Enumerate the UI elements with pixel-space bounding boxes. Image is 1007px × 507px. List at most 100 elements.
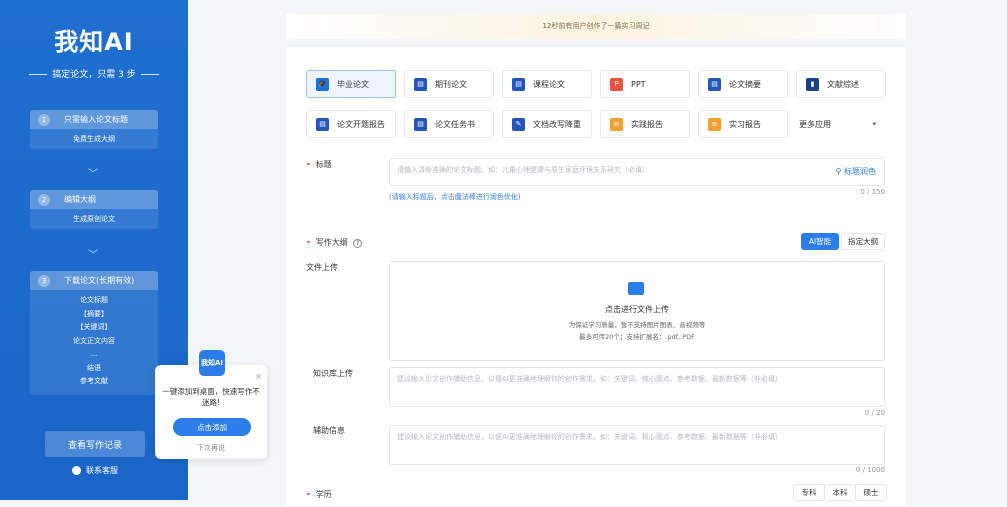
folder-icon <box>628 282 644 295</box>
step-subtitle: 生成原创论文 <box>73 215 115 223</box>
aux-label: 辅助信息 <box>313 426 345 435</box>
type-rewrite[interactable]: ✎ 文档改写降重 <box>502 110 592 138</box>
type-label: 文献综述 <box>827 79 859 89</box>
list-item: 论文标题 <box>80 296 108 304</box>
add-to-desktop-popup: 我知AI × 一键添加到桌面，快速写作不迷路! 点击添加 下次再说 <box>155 350 267 459</box>
step-title: 下载论文(长期有效) <box>64 276 135 285</box>
type-ppt[interactable]: P PPT <box>600 70 690 98</box>
type-task-book[interactable]: ▤ 论文任务书 <box>404 110 494 138</box>
file-upload-area[interactable]: 点击进行文件上传 为保证学习质量，暂不支持图片图表、音视频等 最多可传20个；支… <box>389 261 885 361</box>
type-abstract[interactable]: ▤ 论文摘要 <box>698 70 788 98</box>
type-label: PPT <box>631 79 646 89</box>
chevron-down-icon: ﹀ <box>88 169 98 180</box>
type-label: 期刊论文 <box>435 79 467 89</box>
magic-wand-icon: ⚲ <box>835 167 844 176</box>
step-2: 2 编辑大纲 生成原创论文 <box>30 190 158 229</box>
degree-option-junior-college[interactable]: 专科 <box>793 484 825 501</box>
internship-report-icon: ≡ <box>708 117 721 131</box>
step-number: 3 <box>38 274 50 287</box>
step-3: 3 下载论文(长期有效) 论文标题 【摘要】 【关键词】 论文正文内容 ... 结… <box>30 271 158 395</box>
type-label: 论文摘要 <box>729 79 761 89</box>
type-label: 文档改写降重 <box>533 119 581 129</box>
ppt-icon: P <box>610 77 623 91</box>
aux-counter: 0 / 1000 <box>855 466 885 474</box>
type-journal-paper[interactable]: ▤ 期刊论文 <box>404 70 494 98</box>
outline-label: • 写作大纲 ? <box>306 237 363 248</box>
type-label: 毕业论文 <box>337 79 369 89</box>
title-counter: 0 / 150 <box>860 188 885 196</box>
title-polish-button[interactable]: ⚲ 标题润色 <box>836 166 876 177</box>
title-placeholder: 请输入清晰准确的论文标题。如：儿童心理健康与原生家庭环境关系研究（必填） <box>397 166 649 174</box>
rewrite-icon: ✎ <box>512 117 525 131</box>
knowledge-placeholder: 建议输入论文创作辅助信息，以便AI更准确地理解你的创作需求。如：关键词、核心观点… <box>397 375 782 383</box>
list-item: ... <box>90 350 98 358</box>
upload-note: 为保证学习质量，暂不支持图片图表、音视频等 <box>568 321 706 329</box>
title-hint: (请输入标题后，点击魔法棒进行润色优化) <box>389 193 521 201</box>
logo: 我知AI <box>54 28 134 56</box>
abstract-icon: ▤ <box>708 77 721 91</box>
degree-option-bachelor[interactable]: 本科 <box>824 484 856 501</box>
type-label: 实习报告 <box>729 119 761 129</box>
proposal-icon: ▤ <box>316 117 329 131</box>
view-history-button[interactable]: 查看写作记录 <box>45 431 145 457</box>
degree-option-master[interactable]: 硕士 <box>855 484 887 501</box>
type-label: 更多应用 <box>799 119 831 129</box>
step-number: 1 <box>38 113 50 126</box>
aux-input[interactable]: 建议输入论文创作辅助信息，以便AI更准确地理解你的创作需求。如：关键词、核心观点… <box>389 425 885 465</box>
type-label: 论文任务书 <box>435 119 475 129</box>
list-item: 论文正文内容 <box>73 336 115 345</box>
add-to-desktop-button[interactable]: 点击添加 <box>173 418 251 436</box>
upload-extensions: 最多可传20个；支持扩展名：.pdf,.PDF <box>579 333 695 341</box>
step-1: 1 只需输入论文标题 免费生成大纲 <box>30 110 158 149</box>
service-label: 联系客服 <box>86 466 118 475</box>
degree-label: • 学历 <box>306 490 332 499</box>
course-icon: ▤ <box>512 77 525 91</box>
knowledge-label: 知识库上传 <box>313 369 353 378</box>
list-item: 【关键词】 <box>76 323 112 331</box>
graduation-cap-icon: 🎓 <box>316 77 329 91</box>
knowledge-counter: 0 / 20 <box>864 409 885 417</box>
slogan: 搞定论文，只需 3 步 <box>0 67 188 80</box>
step-number: 2 <box>38 193 50 206</box>
aux-placeholder: 建议输入论文创作辅助信息，以便AI更准确地理解你的创作需求。如：关键词、核心观点… <box>397 433 782 441</box>
step-title: 只需输入论文标题 <box>64 115 128 124</box>
type-literature-review[interactable]: ▮ 文献综述 <box>796 70 886 98</box>
title-label: • 标题 <box>306 160 332 169</box>
chevron-down-icon: ﹀ <box>88 250 98 261</box>
step-subtitle: 免费生成大纲 <box>73 135 115 143</box>
activity-notice: 12秒前有用户创作了一篇实习周记 <box>286 14 906 39</box>
task-book-icon: ▤ <box>414 117 427 131</box>
type-label: 课程论文 <box>533 79 565 89</box>
type-label: 实践报告 <box>631 119 663 129</box>
main-form: 🎓 毕业论文 ▤ 期刊论文 ▤ 课程论文 P PPT ▤ 论文摘要 ▮ 文献综述 ▤ 论文开题… <box>286 47 906 507</box>
type-practice-report[interactable]: ≡ 实践报告 <box>600 110 690 138</box>
type-label: 论文开题报告 <box>337 119 385 129</box>
later-link[interactable]: 下次再说 <box>155 443 267 453</box>
outline-custom-toggle[interactable]: 指定大纲 <box>841 233 885 250</box>
upload-title: 点击进行文件上传 <box>605 305 669 314</box>
step-output-list: 论文标题 【摘要】 【关键词】 论文正文内容 ... 结语 参考文献 <box>30 290 158 395</box>
outline-ai-toggle[interactable]: AI智能 <box>801 233 839 250</box>
list-item: 参考文献 <box>80 377 108 385</box>
popup-logo: 我知AI <box>199 350 225 376</box>
popup-text: 一键添加到桌面，快速写作不迷路! <box>162 387 260 407</box>
step-title: 编辑大纲 <box>64 195 96 204</box>
type-proposal[interactable]: ▤ 论文开题报告 <box>306 110 396 138</box>
journal-icon: ▤ <box>414 77 427 91</box>
literature-icon: ▮ <box>806 77 819 91</box>
help-icon: ? <box>353 239 363 248</box>
close-icon[interactable]: × <box>255 372 262 381</box>
more-apps-dropdown[interactable]: 更多应用 ▾ <box>792 110 886 138</box>
title-input[interactable]: 请输入清晰准确的论文标题。如：儿童心理健康与原生家庭环境关系研究（必填） ⚲ 标… <box>389 158 885 186</box>
type-internship-report[interactable]: ≡ 实习报告 <box>698 110 788 138</box>
headset-icon <box>72 466 81 475</box>
list-item: 【摘要】 <box>80 309 108 318</box>
upload-label: 文件上传 <box>306 263 338 272</box>
practice-report-icon: ≡ <box>610 117 623 131</box>
list-item: 结语 <box>87 363 101 372</box>
contact-service-link[interactable]: 联系客服 <box>72 465 118 476</box>
chevron-down-icon: ▾ <box>872 120 876 128</box>
type-course-paper[interactable]: ▤ 课程论文 <box>502 70 592 98</box>
type-graduation-thesis[interactable]: 🎓 毕业论文 <box>306 70 396 98</box>
knowledge-input[interactable]: 建议输入论文创作辅助信息，以便AI更准确地理解你的创作需求。如：关键词、核心观点… <box>389 367 885 407</box>
